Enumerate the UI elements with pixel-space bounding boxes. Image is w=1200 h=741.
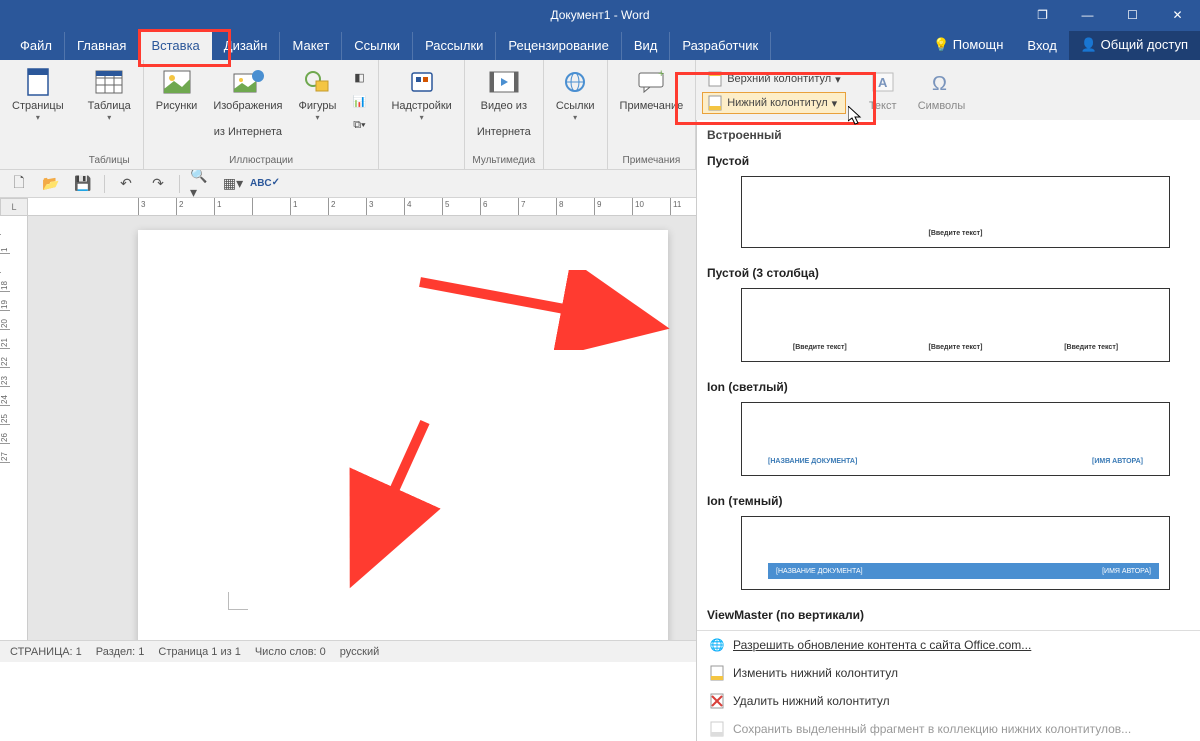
group-label-tables: Таблицы: [82, 152, 137, 169]
gallery-item-ion-dark[interactable]: [НАЗВАНИЕ ДОКУМЕНТА] [ИМЯ АВТОРА]: [741, 516, 1170, 590]
table-button[interactable]: Таблица▾: [82, 64, 137, 125]
chart-button[interactable]: 📊: [346, 90, 372, 112]
page-icon: [22, 66, 54, 98]
tab-developer[interactable]: Разработчик: [670, 32, 771, 60]
status-page-of[interactable]: Страница 1 из 1: [158, 646, 240, 658]
pictures-icon: [161, 66, 193, 98]
gallery-remove-footer[interactable]: Удалить нижний колонтитул: [697, 687, 1200, 715]
tab-mailings[interactable]: Рассылки: [413, 32, 496, 60]
online-video-button[interactable]: Видео изИнтернета: [471, 64, 537, 142]
tab-layout[interactable]: Макет: [280, 32, 342, 60]
svg-text:Ω: Ω: [932, 73, 947, 94]
smartart-icon: ◧: [351, 69, 367, 85]
ribbon-display-options-button[interactable]: ❐: [1020, 0, 1065, 30]
tab-home[interactable]: Главная: [65, 32, 139, 60]
comment-button[interactable]: + Примечание: [614, 64, 690, 115]
links-icon: [559, 66, 591, 98]
gallery-title-viewmaster: ViewMaster (по вертикали): [697, 600, 1200, 626]
text-button[interactable]: A Текст: [858, 64, 908, 115]
vertical-ruler[interactable]: 118192021222324252627: [0, 216, 28, 641]
gallery-item-ion-light[interactable]: [НАЗВАНИЕ ДОКУМЕНТА] [ИМЯ АВТОРА]: [741, 402, 1170, 476]
table-icon: [93, 66, 125, 98]
symbols-icon: Ω: [925, 66, 957, 98]
online-pictures-button[interactable]: Изображенияиз Интернета: [207, 64, 288, 142]
online-pictures-icon: [232, 66, 264, 98]
redo-button[interactable]: ↷: [147, 173, 169, 195]
tab-file[interactable]: Файл: [8, 32, 65, 60]
gallery-title-empty3: Пустой (3 столбца): [697, 258, 1200, 284]
tab-references[interactable]: Ссылки: [342, 32, 413, 60]
globe-icon: 🌐: [709, 637, 725, 653]
gallery-builtin-header: Встроенный: [697, 120, 1200, 146]
close-button[interactable]: ✕: [1155, 0, 1200, 30]
save-selection-icon: [709, 721, 725, 737]
open-button[interactable]: 📂: [40, 173, 62, 195]
screenshot-button[interactable]: ⧉▾: [346, 114, 372, 136]
sign-in[interactable]: Вход: [1015, 32, 1068, 60]
new-doc-button[interactable]: 🗋: [8, 173, 30, 195]
status-words[interactable]: Число слов: 0: [255, 646, 326, 658]
header-button[interactable]: Верхний колонтитул ▾: [702, 68, 845, 90]
footer-button[interactable]: Нижний колонтитул ▾: [702, 92, 845, 114]
gallery-office-update[interactable]: 🌐 Разрешить обновление контента с сайта …: [697, 631, 1200, 659]
tell-me[interactable]: 💡 Помощн: [921, 31, 1015, 60]
shapes-icon: [301, 66, 333, 98]
group-label-media: Мультимедиа: [471, 152, 537, 169]
svg-text:A: A: [878, 75, 888, 90]
ruler-corner: L: [0, 198, 28, 216]
footer-region-marker: [228, 592, 248, 610]
header-icon: [707, 71, 723, 87]
footer-icon: [707, 95, 723, 111]
spell-check-button[interactable]: ABC✓: [254, 173, 276, 195]
minimize-button[interactable]: —: [1065, 0, 1110, 30]
addins-button[interactable]: Надстройки▾: [385, 64, 457, 125]
tab-design[interactable]: Дизайн: [212, 32, 281, 60]
tab-insert[interactable]: Вставка: [139, 32, 211, 60]
page[interactable]: [138, 230, 668, 641]
group-label-comments: Примечания: [614, 152, 690, 169]
save-button[interactable]: 💾: [72, 173, 94, 195]
status-section[interactable]: Раздел: 1: [96, 646, 145, 658]
svg-text:+: +: [658, 70, 664, 80]
status-language[interactable]: русский: [340, 646, 379, 658]
edit-footer-icon: [709, 665, 725, 681]
gallery-title-ion-dark: Ion (темный): [697, 486, 1200, 512]
window-controls: ❐ — ☐ ✕: [1020, 0, 1200, 30]
gallery-item-empty[interactable]: [Введите текст]: [741, 176, 1170, 248]
gallery-title-empty: Пустой: [697, 146, 1200, 172]
gallery-edit-footer[interactable]: Изменить нижний колонтитул: [697, 659, 1200, 687]
group-label-addins: [385, 152, 457, 169]
video-icon: [488, 66, 520, 98]
group-label: [6, 152, 70, 169]
share-button[interactable]: 👤 Общий доступ: [1069, 31, 1200, 60]
group-label-illustrations: Иллюстрации: [150, 152, 373, 169]
ribbon-tabs: Файл Главная Вставка Дизайн Макет Ссылки…: [0, 30, 1200, 60]
pages-button[interactable]: Страницы▾: [6, 64, 70, 125]
gallery-save-selection: Сохранить выделенный фрагмент в коллекци…: [697, 715, 1200, 741]
footer-gallery-panel: Встроенный Пустой [Введите текст] Пустой…: [696, 120, 1200, 741]
table-quick-button[interactable]: ▦▾: [222, 173, 244, 195]
gallery-title-ion-light: Ion (светлый): [697, 372, 1200, 398]
group-label-links: [550, 152, 601, 169]
gallery-item-empty3[interactable]: [Введите текст] [Введите текст] [Введите…: [741, 288, 1170, 362]
maximize-button[interactable]: ☐: [1110, 0, 1155, 30]
screenshot-icon: ⧉▾: [351, 117, 367, 133]
smartart-button[interactable]: ◧: [346, 66, 372, 88]
addins-icon: [406, 66, 438, 98]
comment-icon: +: [635, 66, 667, 98]
shapes-button[interactable]: Фигуры▾: [292, 64, 342, 125]
title-bar: Документ1 - Word ❐ — ☐ ✕: [0, 0, 1200, 30]
undo-button[interactable]: ↶: [115, 173, 137, 195]
status-page[interactable]: СТРАНИЦА: 1: [10, 646, 82, 658]
print-preview-button[interactable]: 🔍▾: [190, 173, 212, 195]
symbols-button[interactable]: Ω Символы: [912, 64, 972, 115]
remove-footer-icon: [709, 693, 725, 709]
chart-icon: 📊: [351, 93, 367, 109]
tab-review[interactable]: Рецензирование: [496, 32, 621, 60]
text-icon: A: [867, 66, 899, 98]
links-button[interactable]: Ссылки▾: [550, 64, 601, 125]
window-title: Документ1 - Word: [550, 8, 649, 22]
tab-view[interactable]: Вид: [622, 32, 671, 60]
pictures-button[interactable]: Рисунки: [150, 64, 204, 115]
